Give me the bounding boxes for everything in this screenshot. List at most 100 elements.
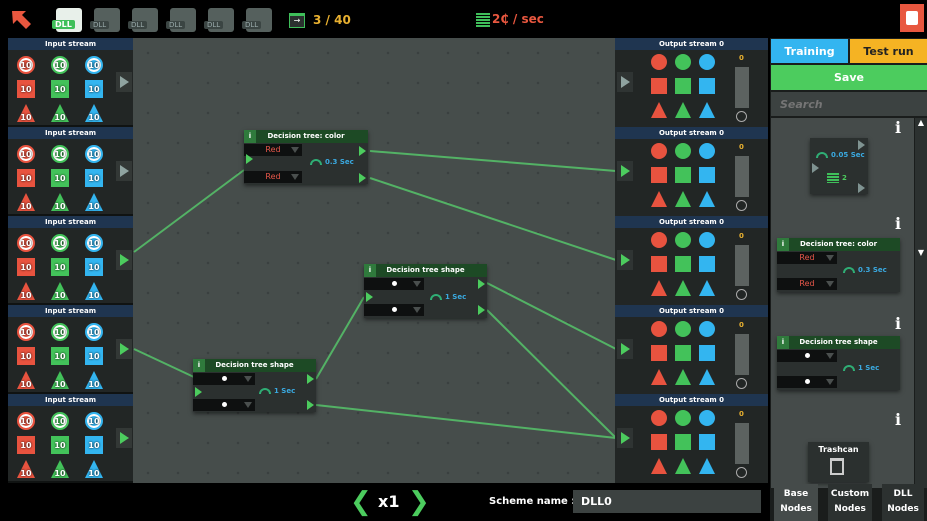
back-arrow-icon[interactable] — [10, 9, 32, 31]
decision-tree-shape-node[interactable]: i Decision tree shape 1 Sec — [193, 359, 316, 412]
output-stream[interactable]: Output stream 0 0 — [615, 305, 768, 394]
info-button[interactable]: i — [364, 264, 376, 277]
save-button[interactable]: Save — [771, 65, 927, 90]
target-icon — [736, 111, 747, 122]
dll-file-tab[interactable]: DLL — [242, 8, 272, 32]
input-stream[interactable]: Input stream 10 10 10 10 10 10 10 10 10 — [8, 394, 133, 483]
target-tri — [675, 102, 691, 118]
input-port[interactable] — [617, 161, 633, 181]
color-select-2[interactable]: Red — [244, 171, 302, 183]
token-sq: 10 — [51, 347, 69, 365]
info-icon[interactable]: i — [895, 214, 901, 233]
trashcan-node-template[interactable]: Trashcan — [808, 442, 869, 482]
target-circ — [675, 143, 691, 159]
input-port[interactable] — [366, 292, 373, 302]
gauge-icon — [816, 152, 828, 158]
speed-label: 0.05 Sec — [816, 151, 865, 159]
token-circ: 10 — [51, 234, 69, 252]
palette-tab[interactable]: DLL Nodes — [882, 484, 924, 521]
splitter-count: 2 — [827, 173, 847, 183]
output-port-2[interactable] — [307, 400, 314, 410]
shape-select-2[interactable] — [777, 376, 837, 388]
input-stream[interactable]: Input stream 10 10 10 10 10 10 10 10 10 — [8, 38, 133, 127]
input-port[interactable] — [246, 154, 253, 164]
palette-tab[interactable]: Base Nodes — [774, 484, 818, 521]
stream-title: Output stream 0 — [615, 38, 768, 50]
level-exit-icon[interactable]: → — [289, 13, 305, 28]
token-circ: 10 — [85, 323, 103, 341]
training-button[interactable]: Training — [771, 39, 848, 63]
palette-scrollbar[interactable]: ▲ ▼ — [915, 118, 927, 488]
splitter-node-template[interactable]: 0.05 Sec 2 — [810, 138, 868, 194]
token-tri: 10 — [85, 193, 103, 211]
info-icon[interactable]: i — [895, 118, 901, 137]
input-port[interactable] — [617, 339, 633, 359]
search-input[interactable] — [771, 92, 927, 116]
color-select-2[interactable]: Red — [777, 278, 837, 290]
play-arrow-icon — [620, 165, 630, 177]
output-stream[interactable]: Output stream 0 0 — [615, 394, 768, 483]
test-run-button[interactable]: Test run — [850, 39, 927, 63]
token-sq: 10 — [51, 258, 69, 276]
output-port-1[interactable] — [307, 374, 314, 384]
output-port-1[interactable] — [359, 146, 366, 156]
output-stream[interactable]: Output stream 0 0 — [615, 38, 768, 127]
input-port[interactable] — [617, 428, 633, 448]
stream-title: Input stream — [8, 127, 133, 139]
input-port[interactable] — [617, 250, 633, 270]
token-sq: 10 — [51, 169, 69, 187]
shape-select-2[interactable] — [193, 399, 255, 411]
output-stream[interactable]: Output stream 0 0 — [615, 127, 768, 216]
output-port[interactable] — [116, 250, 132, 270]
info-button[interactable]: i — [244, 130, 256, 143]
dll-file-tab[interactable]: DLL — [52, 8, 82, 32]
input-port[interactable] — [617, 72, 633, 92]
palette-tab[interactable]: Custom Nodes — [828, 484, 872, 521]
speed-up-button[interactable]: ❯ — [408, 487, 430, 517]
input-stream[interactable]: Input stream 10 10 10 10 10 10 10 10 10 — [8, 305, 133, 394]
shape-select-1[interactable] — [364, 278, 424, 290]
info-icon[interactable]: i — [895, 410, 901, 429]
dll-file-tab[interactable]: DLL — [204, 8, 234, 32]
shape-select-1[interactable] — [193, 373, 255, 385]
output-port[interactable] — [116, 339, 132, 359]
output-stream[interactable]: Output stream 0 0 — [615, 216, 768, 305]
target-tri — [651, 191, 667, 207]
target-tri — [675, 369, 691, 385]
output-port-1[interactable] — [478, 279, 485, 289]
info-icon[interactable]: i — [895, 314, 901, 333]
decision-tree-shape-node[interactable]: i Decision tree shape 1 Sec — [364, 264, 487, 318]
decision-tree-shape-template[interactable]: i Decision tree shape 1 Sec — [777, 336, 900, 390]
info-button[interactable]: i — [193, 359, 205, 372]
dll-file-tab[interactable]: DLL — [166, 8, 196, 32]
token-tri: 10 — [85, 460, 103, 478]
speed-down-button[interactable]: ❮ — [350, 487, 372, 517]
clear-board-button[interactable] — [900, 4, 924, 32]
output-port-2[interactable] — [359, 173, 366, 183]
output-port[interactable] — [116, 72, 132, 92]
play-arrow-icon — [620, 343, 630, 355]
token-tri: 10 — [17, 460, 35, 478]
decision-tree-color-template[interactable]: i Decision tree: color Red Red 0.3 Sec — [777, 238, 900, 292]
speed-label: 1 Sec — [843, 364, 879, 372]
input-stream[interactable]: Input stream 10 10 10 10 10 10 10 10 10 — [8, 216, 133, 305]
output-port[interactable] — [116, 428, 132, 448]
speed-label: 1 Sec — [430, 293, 466, 301]
output-port-2[interactable] — [478, 305, 485, 315]
play-arrow-icon — [119, 76, 129, 88]
output-count: 0 — [739, 143, 744, 151]
node-palette[interactable]: i 0.05 Sec 2 i i Decision tree: color Red… — [771, 118, 914, 488]
decision-tree-color-node[interactable]: i Decision tree: color Red Red 0.3 Sec — [244, 130, 368, 184]
target-circ — [651, 232, 667, 248]
shape-select-2[interactable] — [364, 304, 424, 316]
color-select-1[interactable]: Red — [777, 252, 837, 264]
output-port[interactable] — [116, 161, 132, 181]
dll-file-tab[interactable]: DLL — [128, 8, 158, 32]
input-port[interactable] — [195, 387, 202, 397]
scheme-name-input[interactable]: DLL0 — [573, 490, 761, 513]
server-icon — [827, 173, 839, 183]
input-stream[interactable]: Input stream 10 10 10 10 10 10 10 10 10 — [8, 127, 133, 216]
dll-file-tab[interactable]: DLL — [90, 8, 120, 32]
node-canvas[interactable] — [133, 38, 615, 483]
shape-select-1[interactable] — [777, 350, 837, 362]
